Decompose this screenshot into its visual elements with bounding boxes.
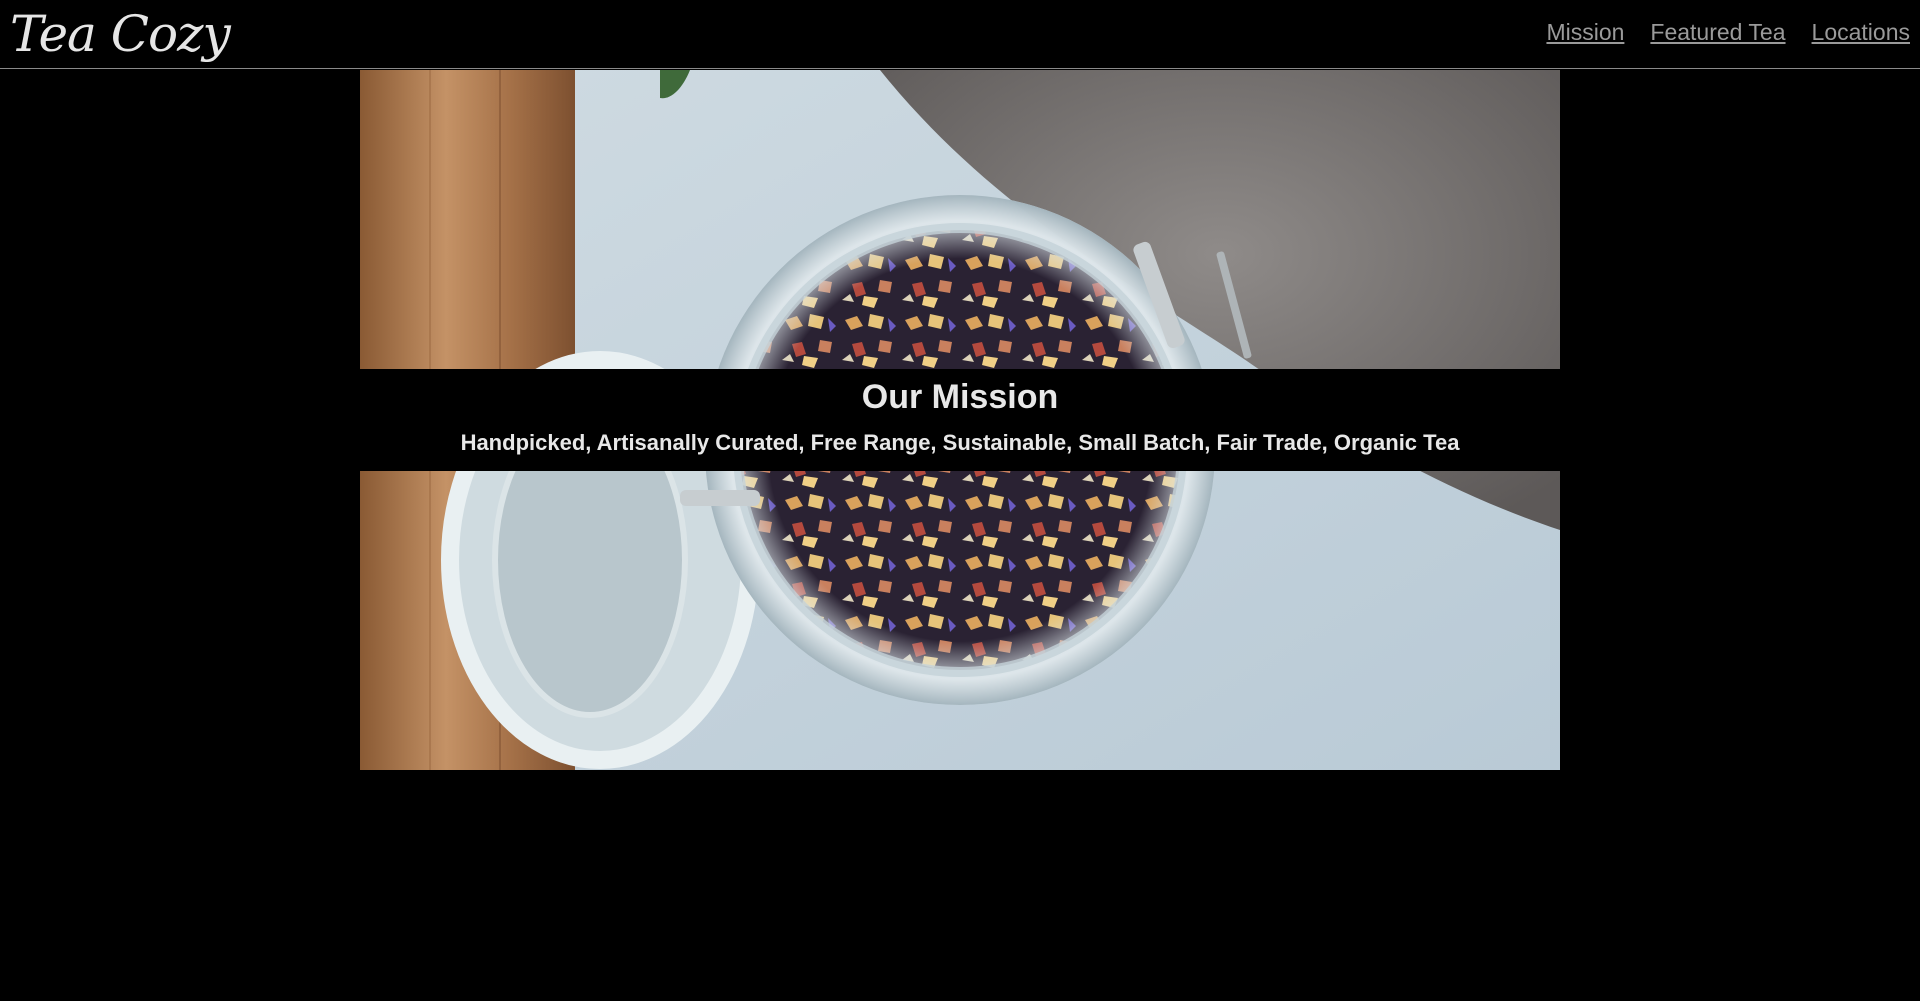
nav-link-mission[interactable]: Mission [1546,18,1624,46]
site-header: Tea Cozy Mission Featured Tea Locations [0,0,1920,69]
mission-subtitle: Handpicked, Artisanally Curated, Free Ra… [460,430,1460,455]
mission-hero: Our Mission Handpicked, Artisanally Cura… [360,70,1560,770]
main-nav: Mission Featured Tea Locations [1546,18,1910,46]
site-logo[interactable]: Tea Cozy [10,2,231,66]
mission-title: Our Mission [861,378,1059,416]
nav-link-featured-tea[interactable]: Featured Tea [1650,18,1785,46]
mission-text-band: Our Mission Handpicked, Artisanally Cura… [360,369,1560,471]
nav-link-locations[interactable]: Locations [1812,18,1910,46]
